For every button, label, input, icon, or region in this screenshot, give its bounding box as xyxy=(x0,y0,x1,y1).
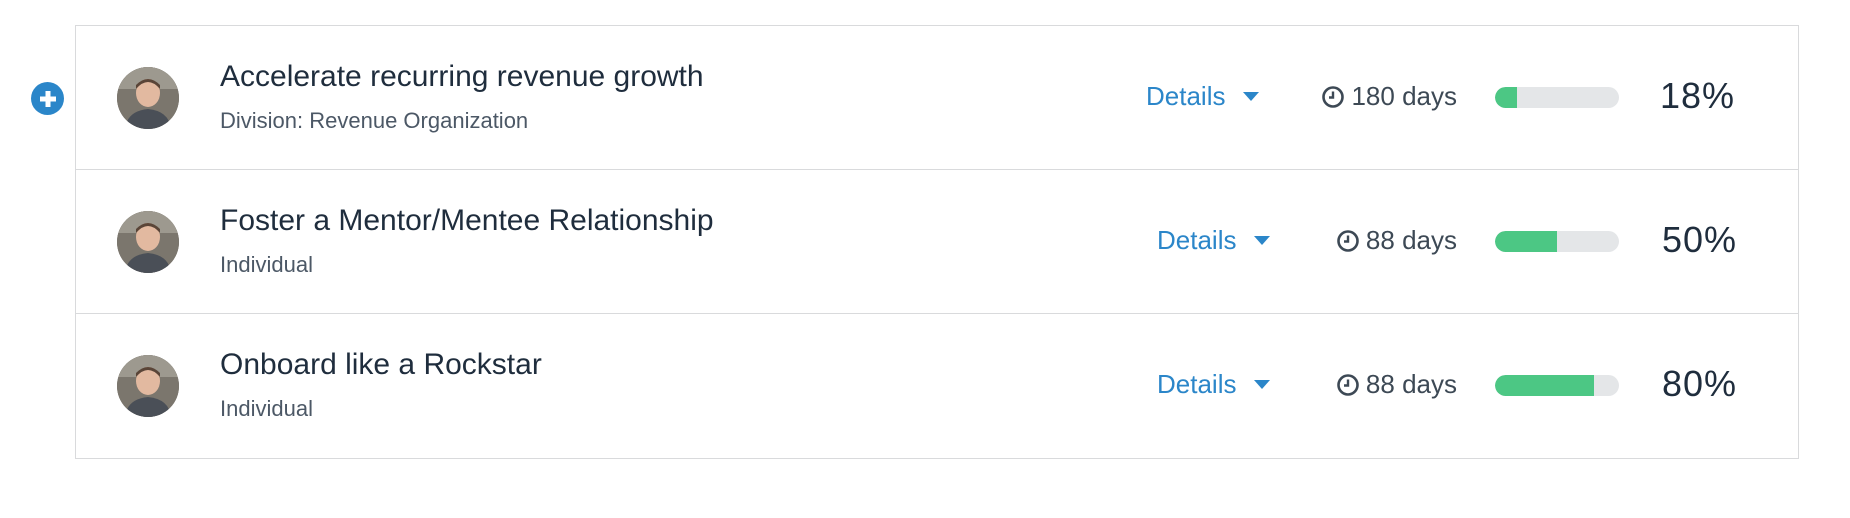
avatar xyxy=(117,211,179,273)
details-dropdown[interactable]: Details xyxy=(1146,81,1260,112)
progress-fill xyxy=(1495,231,1557,252)
progress-bar xyxy=(1495,375,1619,396)
goal-subtitle: Individual xyxy=(220,396,313,421)
goal-list: Accelerate recurring revenue growth Divi… xyxy=(75,25,1799,459)
due-indicator: 88 days xyxy=(1336,225,1457,256)
goal-title[interactable]: Accelerate recurring revenue growth xyxy=(220,60,704,94)
clock-icon xyxy=(1321,85,1345,109)
goal-title[interactable]: Onboard like a Rockstar xyxy=(220,348,542,382)
progress-percent: 18% xyxy=(1660,75,1736,116)
clock-icon xyxy=(1336,373,1360,397)
avatar xyxy=(117,67,179,129)
goal-subtitle: Division: Revenue Organization xyxy=(220,108,529,133)
goal-title[interactable]: Foster a Mentor/Mentee Relationship xyxy=(220,204,714,238)
caret-down-icon xyxy=(1254,236,1271,245)
clock-icon xyxy=(1336,229,1360,253)
add-goal-button[interactable] xyxy=(31,82,64,115)
progress-percent: 80% xyxy=(1662,363,1738,404)
details-dropdown[interactable]: Details xyxy=(1157,369,1271,400)
details-label: Details xyxy=(1146,81,1226,111)
details-label: Details xyxy=(1157,369,1237,399)
progress-bar xyxy=(1495,231,1619,252)
progress-bar xyxy=(1495,87,1619,108)
details-label: Details xyxy=(1157,225,1237,255)
details-dropdown[interactable]: Details xyxy=(1157,225,1271,256)
goal-subtitle: Individual xyxy=(220,252,313,277)
due-text: 88 days xyxy=(1365,369,1457,399)
due-indicator: 88 days xyxy=(1336,369,1457,400)
goal-row[interactable]: Foster a Mentor/Mentee Relationship Indi… xyxy=(76,170,1798,314)
progress-percent: 50% xyxy=(1662,219,1738,260)
plus-icon xyxy=(39,90,56,107)
due-text: 88 days xyxy=(1365,225,1457,255)
progress-fill xyxy=(1495,375,1595,396)
goal-row[interactable]: Accelerate recurring revenue growth Divi… xyxy=(76,26,1798,170)
due-indicator: 180 days xyxy=(1321,81,1457,112)
progress-fill xyxy=(1495,87,1518,108)
caret-down-icon xyxy=(1243,92,1260,101)
caret-down-icon xyxy=(1254,380,1271,389)
due-text: 180 days xyxy=(1351,81,1457,111)
goal-row[interactable]: Onboard like a Rockstar Individual Detai… xyxy=(76,314,1798,458)
avatar xyxy=(117,355,179,417)
